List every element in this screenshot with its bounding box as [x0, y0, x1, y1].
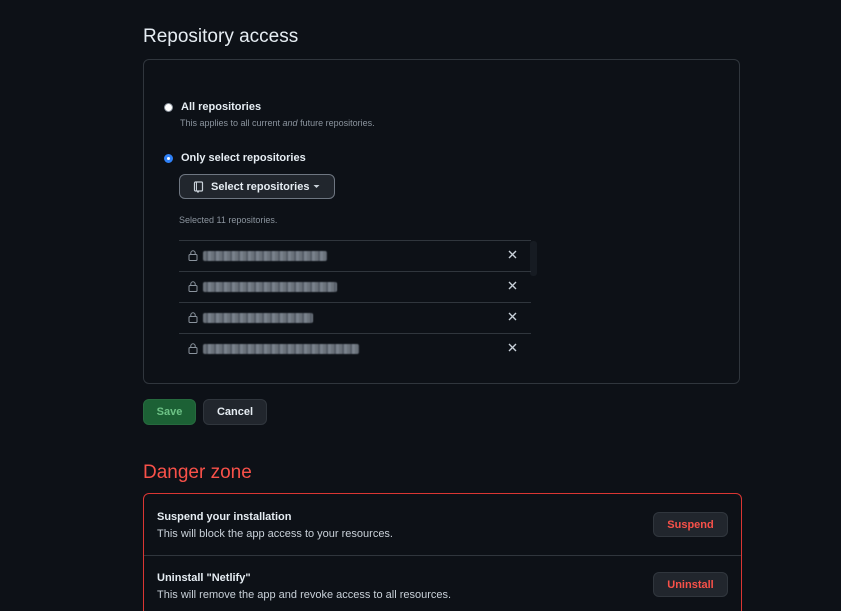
uninstall-title: Uninstall "Netlify"	[157, 572, 251, 584]
repository-name-redacted	[203, 282, 337, 292]
only-select-repositories-radio[interactable]	[164, 154, 173, 163]
repository-name-redacted	[203, 344, 359, 354]
repository-row	[179, 271, 531, 302]
repository-row	[179, 333, 531, 360]
all-repositories-label[interactable]: All repositories	[181, 101, 261, 113]
lock-icon	[188, 312, 198, 323]
repo-icon	[193, 180, 204, 193]
suspend-description: This will block the app access to your r…	[157, 528, 393, 540]
lock-icon	[188, 343, 198, 354]
suspend-button[interactable]: Suspend	[653, 512, 728, 537]
repository-name-redacted	[203, 313, 313, 323]
x-icon[interactable]	[508, 343, 517, 352]
app-settings-page: Repository access All repositories This …	[0, 0, 841, 611]
lock-icon	[188, 250, 198, 261]
x-icon[interactable]	[508, 312, 517, 321]
suspend-installation-item: Suspend your installation This will bloc…	[144, 494, 741, 556]
repository-row	[179, 240, 531, 271]
only-select-repositories-label[interactable]: Only select repositories	[181, 152, 306, 164]
cancel-button[interactable]: Cancel	[203, 399, 267, 425]
selected-count-text: Selected 11 repositories.	[179, 215, 278, 225]
suspend-title: Suspend your installation	[157, 511, 292, 523]
caret-down-icon	[313, 184, 320, 189]
save-button[interactable]: Save	[143, 399, 196, 425]
x-icon[interactable]	[508, 281, 517, 290]
all-repositories-radio[interactable]	[164, 103, 173, 112]
repository-row	[179, 302, 531, 333]
help-text-emphasis: and	[282, 118, 298, 128]
uninstall-app-item: Uninstall "Netlify" This will remove the…	[144, 555, 741, 611]
x-icon[interactable]	[508, 250, 517, 259]
danger-zone-title: Danger zone	[143, 462, 252, 483]
repository-name-redacted	[203, 251, 327, 261]
uninstall-description: This will remove the app and revoke acce…	[157, 589, 452, 601]
repository-access-title: Repository access	[143, 26, 299, 47]
select-repositories-label: Select repositories	[211, 180, 310, 193]
select-repositories-button[interactable]: Select repositories	[179, 174, 335, 199]
uninstall-button[interactable]: Uninstall	[653, 572, 728, 597]
danger-zone-panel: Suspend your installation This will bloc…	[143, 493, 742, 611]
lock-icon	[188, 281, 198, 292]
help-text-suffix: future repositories.	[297, 118, 375, 128]
repo-list-scrollbar[interactable]	[530, 241, 537, 276]
selected-repository-list	[179, 240, 531, 360]
help-text-prefix: This applies to all current	[180, 118, 283, 128]
all-repositories-help: This applies to all current and future r…	[180, 118, 375, 128]
